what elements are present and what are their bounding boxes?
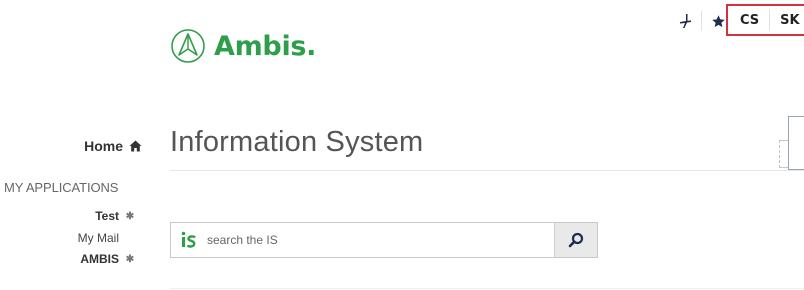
language-sk-link[interactable]: SK	[780, 13, 799, 28]
nav-item-my-mail[interactable]: My Mail	[40, 231, 119, 245]
search-bar	[170, 222, 598, 258]
divider	[701, 11, 702, 31]
nav-item-label: AMBIS	[80, 252, 119, 266]
ambis-logo[interactable]: Ambis.	[170, 28, 316, 64]
my-applications-heading: MY APPLICATIONS	[4, 180, 119, 195]
title-divider	[170, 170, 804, 171]
ambis-compass-icon	[171, 29, 205, 63]
nav-item-label: My Mail	[77, 231, 119, 245]
nav-item-test[interactable]: Test ✱	[40, 209, 135, 223]
language-cs-link[interactable]: CS	[740, 13, 759, 28]
top-utility-bar	[672, 8, 731, 34]
pin-icon[interactable]: ✱	[125, 211, 135, 222]
nav-item-ambis[interactable]: AMBIS ✱	[40, 252, 135, 266]
accessibility-icon[interactable]	[672, 10, 698, 32]
partial-frame	[788, 116, 804, 170]
page-title: Information System	[170, 126, 424, 158]
search-button[interactable]	[554, 223, 597, 257]
divider	[769, 10, 771, 30]
is-logo-icon	[171, 231, 207, 249]
nav-home-label: Home	[84, 138, 123, 154]
home-icon	[129, 140, 142, 152]
pin-icon[interactable]: ✱	[125, 254, 135, 265]
logo-text: Ambis.	[214, 30, 317, 62]
language-switcher: CS SK	[726, 4, 804, 36]
nav-home-link[interactable]: Home	[70, 138, 142, 154]
content-divider	[170, 288, 804, 289]
nav-item-label: Test	[95, 209, 119, 223]
search-input[interactable]	[207, 223, 554, 257]
search-icon	[568, 232, 584, 248]
